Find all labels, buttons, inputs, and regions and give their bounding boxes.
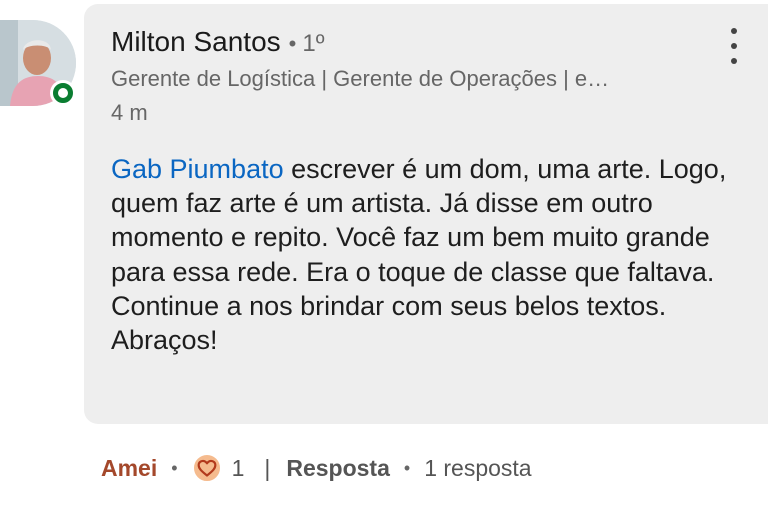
reaction-button[interactable]: Amei <box>101 455 157 482</box>
reaction-count: 1 <box>231 454 245 481</box>
author-row: Milton Santos • 1º <box>111 26 324 60</box>
avatar-container[interactable] <box>0 20 78 108</box>
menu-dot <box>731 28 737 34</box>
reply-button[interactable]: Resposta <box>286 455 390 482</box>
action-separator: • <box>403 457 411 478</box>
comment-text: Gab Piumbato escrever é um dom, uma arte… <box>111 152 761 357</box>
connection-degree: 1º <box>302 30 325 57</box>
author-name[interactable]: Milton Santos <box>111 26 281 58</box>
menu-dot <box>731 58 737 64</box>
love-reaction-icon <box>191 453 222 483</box>
action-divider: | <box>264 454 271 481</box>
replies-count-link[interactable]: 1 resposta <box>424 455 531 482</box>
more-options-icon[interactable] <box>722 28 746 64</box>
action-separator: • <box>171 457 178 478</box>
online-status-icon <box>50 80 76 106</box>
comment-body: escrever é um dom, uma arte. Logo, quem … <box>111 154 727 356</box>
separator-dot: • <box>288 31 297 56</box>
comment-timestamp: 4 m <box>111 100 148 125</box>
comment-actions: Amei • 1 | Resposta • 1 resposta <box>101 450 532 486</box>
menu-dot <box>731 43 737 49</box>
author-headline: Gerente de Logística | Gerente de Operaç… <box>111 66 610 91</box>
mention-link[interactable]: Gab Piumbato <box>111 154 284 184</box>
reaction-summary[interactable]: 1 <box>191 453 245 483</box>
